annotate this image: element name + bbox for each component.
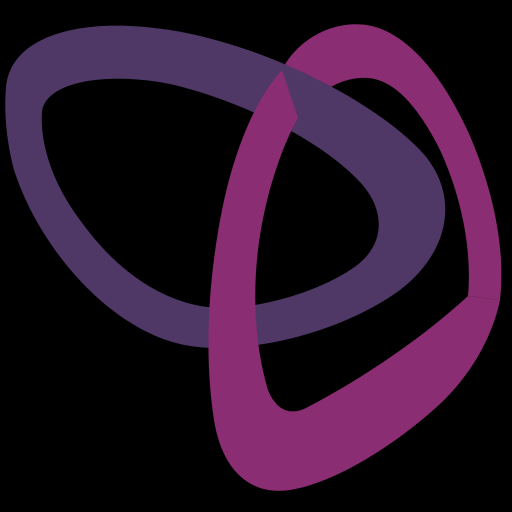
- interlocking-loops-logo: [5, 24, 502, 491]
- logo-canvas: [0, 0, 512, 512]
